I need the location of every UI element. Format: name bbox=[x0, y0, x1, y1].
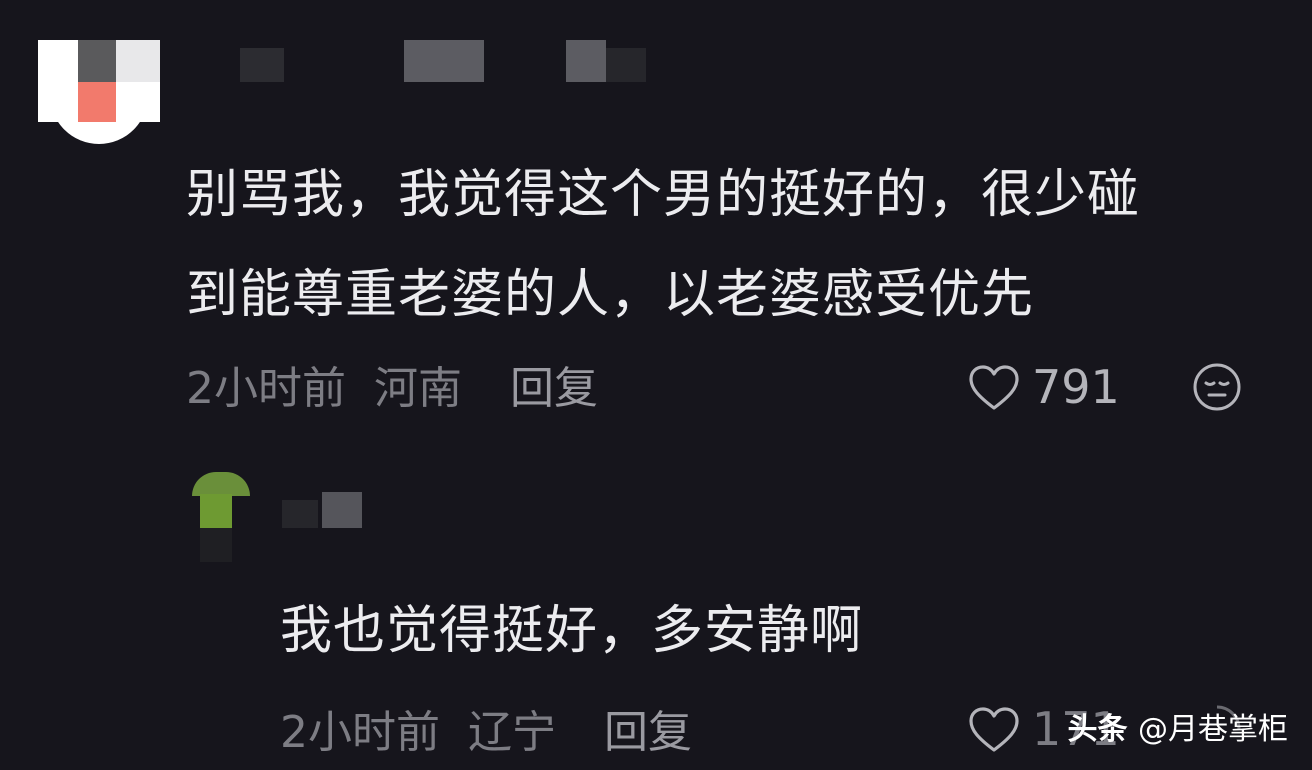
comment-location: 河南 bbox=[374, 363, 462, 414]
watermark-account: @月巷掌柜 bbox=[1138, 712, 1288, 747]
heart-outline-icon[interactable] bbox=[968, 364, 1020, 412]
reply-button[interactable]: 回复 bbox=[510, 363, 598, 414]
sleepy-face-icon[interactable] bbox=[1192, 362, 1242, 412]
watermark: 头条 @月巷掌柜 bbox=[1068, 712, 1288, 748]
comment-time: 2小时前 bbox=[186, 363, 346, 414]
heart-outline-icon[interactable] bbox=[968, 706, 1020, 754]
like-count: 791 bbox=[1032, 360, 1120, 414]
avatar[interactable] bbox=[188, 472, 254, 564]
comment-text: 我也觉得挺好，多安静啊 bbox=[280, 601, 864, 661]
watermark-brand: 头条 bbox=[1067, 712, 1128, 747]
comment-meta: 2小时前 辽宁 回复 bbox=[280, 708, 692, 758]
reply-button[interactable]: 回复 bbox=[604, 707, 692, 758]
comment-meta: 2小时前 河南 回复 bbox=[186, 364, 598, 414]
comment-text: 别骂我，我觉得这个男的挺好的，很少碰 bbox=[186, 165, 1141, 225]
comment-text: 到能尊重老婆的人，以老婆感受优先 bbox=[186, 265, 1035, 325]
comment-location: 辽宁 bbox=[468, 707, 556, 758]
comment-time: 2小时前 bbox=[280, 707, 440, 758]
avatar[interactable] bbox=[38, 40, 160, 144]
